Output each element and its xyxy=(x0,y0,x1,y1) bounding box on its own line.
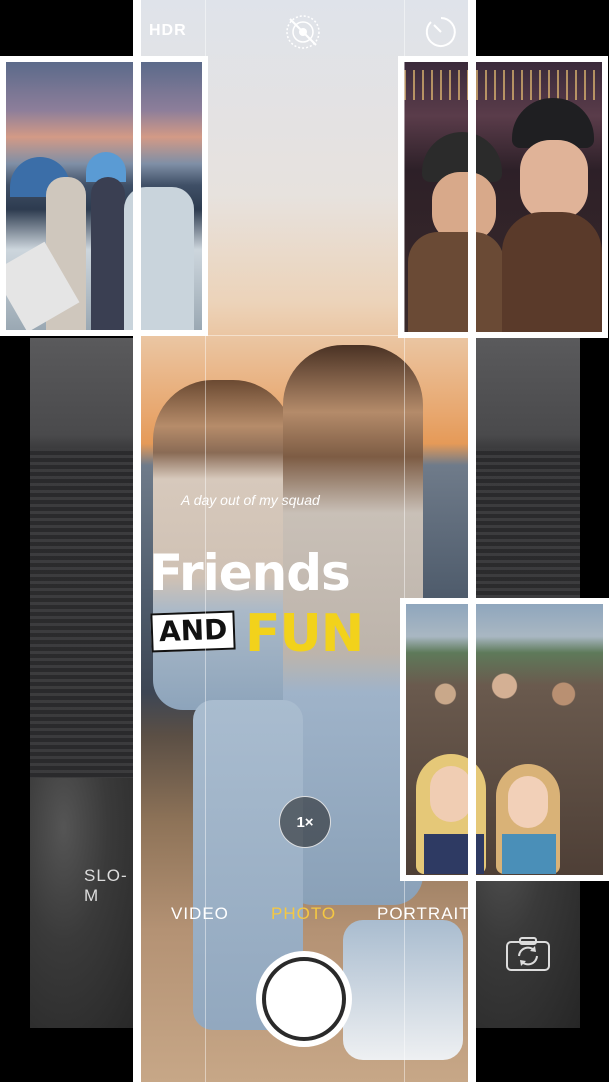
shutter-inner xyxy=(268,963,340,1035)
mode-portrait[interactable]: PORTRAIT xyxy=(377,904,471,924)
shutter-button[interactable] xyxy=(256,951,352,1047)
timer-button[interactable] xyxy=(423,14,459,50)
live-photo-button[interactable] xyxy=(283,12,323,52)
photo-card-crowd xyxy=(400,598,609,881)
shutter-ring xyxy=(262,957,346,1041)
timer-icon xyxy=(425,17,456,47)
hdr-button[interactable]: HDR xyxy=(149,22,187,40)
zoom-label: 1× xyxy=(296,813,314,831)
headline-and: AND xyxy=(150,610,237,653)
flip-camera-button[interactable] xyxy=(505,936,551,972)
mode-video[interactable]: VIDEO xyxy=(171,904,229,924)
left-camera-ghost: SLO-M xyxy=(30,338,142,1028)
headline-friends: Friends xyxy=(149,544,351,602)
caption-text: A day out of my squad xyxy=(181,492,320,508)
flip-camera-icon xyxy=(506,937,550,971)
live-photo-off-icon xyxy=(286,15,320,49)
mode-photo[interactable]: PHOTO xyxy=(271,904,336,924)
photo-card-festival-night xyxy=(398,56,608,338)
zoom-button[interactable]: 1× xyxy=(279,796,331,848)
photo-card-campsite xyxy=(0,56,208,336)
headline-fun: FUN xyxy=(245,604,364,664)
